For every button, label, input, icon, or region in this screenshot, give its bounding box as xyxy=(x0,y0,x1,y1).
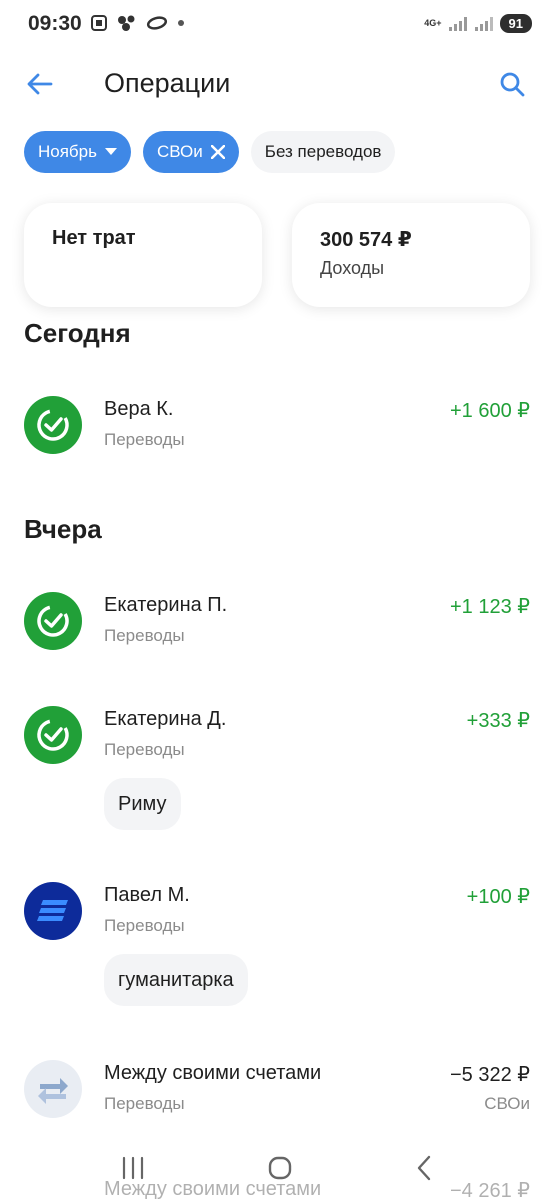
transfer-arrows-icon xyxy=(24,1060,82,1118)
transaction-category: Переводы xyxy=(104,916,185,935)
transaction-amount: +1 123 ₽ xyxy=(449,596,530,618)
sber-check-icon xyxy=(24,592,82,650)
transaction-category: Переводы xyxy=(104,740,185,759)
income-card[interactable]: 300 574 ₽ Доходы xyxy=(292,203,530,307)
caret-down-icon xyxy=(105,148,117,156)
income-amount: 300 574 ₽ xyxy=(320,229,412,251)
account-filter-chip[interactable]: СВОи xyxy=(143,131,239,173)
summary-cards: Нет трат 300 574 ₽ Доходы xyxy=(24,203,530,307)
transaction-account: СВОи xyxy=(484,1094,530,1113)
month-filter-chip[interactable]: Ноябрь xyxy=(24,131,131,173)
transaction-row[interactable]: Екатерина Д. Переводы +333 ₽ Риму xyxy=(0,706,554,832)
home-icon xyxy=(268,1156,292,1179)
recent-apps-icon xyxy=(123,1156,144,1179)
system-nav-bar xyxy=(0,1140,554,1200)
chevron-left-icon xyxy=(417,1155,430,1180)
system-back-button[interactable] xyxy=(414,1155,434,1186)
transaction-name: Между своими счетами xyxy=(104,1062,322,1084)
income-label: Доходы xyxy=(320,258,385,278)
transaction-category: Переводы xyxy=(104,430,185,449)
back-button[interactable] xyxy=(22,68,58,100)
transaction-name: Екатерина П. xyxy=(104,594,228,616)
status-right-icons: 4G+ 91 xyxy=(424,14,532,33)
transaction-row[interactable]: Между своими счетами Переводы −5 322 ₽ С… xyxy=(0,1060,554,1120)
signal-icon-2 xyxy=(474,16,493,31)
home-button[interactable] xyxy=(267,1155,293,1186)
transaction-amount: +100 ₽ xyxy=(466,886,530,908)
app-header: Операции xyxy=(0,56,554,112)
status-notification-icons xyxy=(90,14,186,32)
status-bar: 09:30 4G+ 91 xyxy=(0,0,554,52)
month-filter-label: Ноябрь xyxy=(38,142,97,161)
expenses-card[interactable]: Нет трат xyxy=(24,203,262,307)
page-title: Операции xyxy=(104,68,231,98)
vtb-icon xyxy=(24,882,82,940)
sber-check-icon xyxy=(24,396,82,454)
ring-icon xyxy=(146,16,168,30)
filter-chips: Ноябрь СВОи Без переводов xyxy=(24,131,396,173)
search-icon xyxy=(500,72,525,97)
status-time: 09:30 xyxy=(28,12,82,35)
screenshot-icon xyxy=(91,15,107,31)
transaction-name: Павел М. xyxy=(104,884,190,906)
transaction-amount: −5 322 ₽ xyxy=(449,1064,530,1086)
transaction-name: Вера К. xyxy=(104,398,174,420)
section-today: Сегодня xyxy=(24,318,131,348)
network-type-label: 4G+ xyxy=(424,18,442,28)
account-filter-label: СВОи xyxy=(157,142,203,161)
arrow-left-icon xyxy=(27,73,53,95)
transaction-name: Екатерина Д. xyxy=(104,708,227,730)
transaction-category: Переводы xyxy=(104,626,185,645)
transaction-row[interactable]: Павел М. Переводы +100 ₽ гуманитарка xyxy=(0,882,554,1008)
close-icon[interactable] xyxy=(210,145,225,159)
sber-check-icon xyxy=(24,706,82,764)
transaction-comment: Риму xyxy=(104,778,181,830)
expenses-title: Нет трат xyxy=(52,227,136,249)
dot-icon xyxy=(178,20,184,26)
section-yesterday: Вчера xyxy=(24,514,102,544)
search-button[interactable] xyxy=(494,66,530,102)
app-dots-icon xyxy=(118,15,135,31)
battery-indicator: 91 xyxy=(499,14,532,33)
signal-icon xyxy=(448,16,467,31)
transaction-category: Переводы xyxy=(104,1094,185,1113)
transaction-row[interactable]: Екатерина П. Переводы +1 123 ₽ xyxy=(0,592,554,652)
recent-apps-button[interactable] xyxy=(120,1156,146,1185)
no-transfers-label: Без переводов xyxy=(264,142,382,161)
transaction-amount: +1 600 ₽ xyxy=(449,400,530,422)
transaction-amount: +333 ₽ xyxy=(466,710,530,732)
no-transfers-chip[interactable]: Без переводов xyxy=(250,131,396,173)
transaction-row[interactable]: Вера К. Переводы +1 600 ₽ xyxy=(0,396,554,456)
transaction-comment: гуманитарка xyxy=(104,954,248,1006)
